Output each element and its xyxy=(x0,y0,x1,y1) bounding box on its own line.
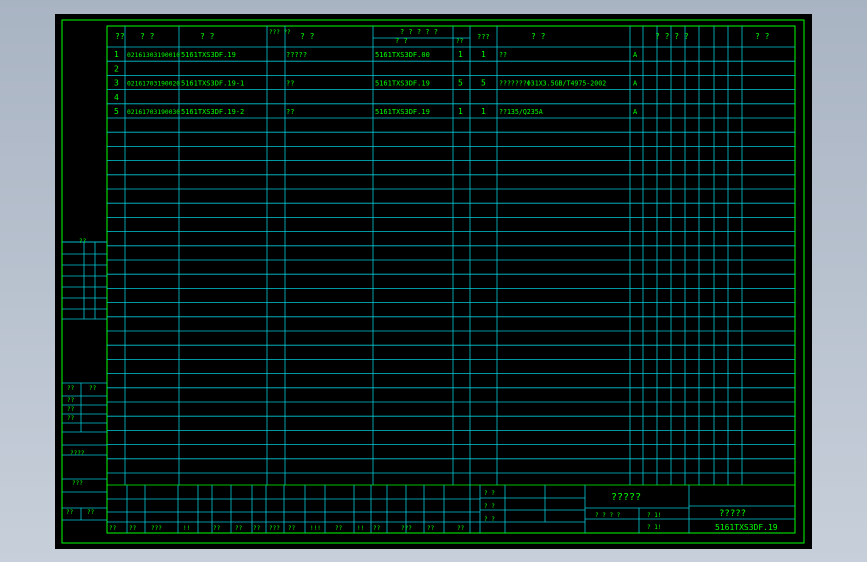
side-label: ?? xyxy=(67,385,75,392)
side-label: ?? xyxy=(66,509,74,516)
row-qty-single: 1 xyxy=(458,50,463,59)
table-row: 4 xyxy=(114,93,119,102)
titleblock-bottom-label: ?? xyxy=(129,525,137,532)
titleblock-drawing-no: 5161TXS3DF.19 xyxy=(715,523,778,532)
row-number: 2 xyxy=(114,64,119,73)
titleblock-bottom-label: ?? xyxy=(213,525,221,532)
row-material: ??135/Q235A xyxy=(499,108,543,116)
titleblock-bottom-label: ?? xyxy=(373,525,381,532)
row-number: 4 xyxy=(114,93,119,102)
header-col-material: ? ? xyxy=(531,32,546,41)
titleblock-sub: ? ? ? ? xyxy=(595,512,621,519)
header-col-spec-left: ? ? xyxy=(395,37,408,45)
side-label: ?? xyxy=(67,397,75,404)
titleblock-bottom-label: ?? xyxy=(288,525,296,532)
titleblock-bottom-label: !! xyxy=(183,525,190,532)
header-col-spec-top: ? ? ? ? ? xyxy=(400,28,438,36)
row-number: 3 xyxy=(114,79,119,88)
row-material: ?? xyxy=(499,51,507,59)
header-col-seq: ??? ?? xyxy=(269,29,291,36)
row-code: 02161703190020 xyxy=(127,81,180,88)
titleblock-bottom-label: ?? xyxy=(235,525,243,532)
titleblock-bottom-label: ?? xyxy=(457,525,465,532)
row-qty-total: 1 xyxy=(481,50,486,59)
table-row: 3 02161703190020 5161TXS3DF.19-1?? 5161TXS3… xyxy=(114,79,638,88)
titleblock-bottom-label: ?? xyxy=(109,525,117,532)
side-label: ?? xyxy=(89,385,97,392)
titleblock-bottom-label: ??? xyxy=(269,525,280,532)
row-name: ?? xyxy=(286,80,294,88)
row-number: 5 xyxy=(114,107,119,116)
drawing-sheet: ?? ? ? ? ? ??? ?? ? ? ? ? ? ? ? ? ? ?? ?… xyxy=(55,14,812,553)
titleblock-title: ????? xyxy=(611,492,641,503)
row-name: ????? xyxy=(286,51,307,59)
titleblock-bottom-label: !!! xyxy=(310,525,321,532)
header-col-remark: ? ? xyxy=(755,32,770,41)
titleblock-bottom-label: !! xyxy=(357,525,364,532)
titleblock-mid-label: ? ? xyxy=(484,516,495,523)
titleblock-bottom-label: ??? xyxy=(151,525,162,532)
header-col-qty: ??? xyxy=(477,33,490,41)
row-material: ???????Φ31X3.5GB/T4975-2002 xyxy=(499,80,606,88)
side-label: ?? xyxy=(67,415,75,422)
side-label: ?? xyxy=(87,509,95,516)
side-label: ???? xyxy=(70,450,85,457)
header-col-spec-right: ?? xyxy=(456,38,464,45)
cad-drawing: ?? ? ? ? ? ??? ?? ? ? ? ? ? ? ? ? ? ?? ?… xyxy=(55,14,812,549)
row-qty-single: 1 xyxy=(458,107,463,116)
row-code: 02161303190010 xyxy=(127,52,180,59)
header-col-name: ? ? xyxy=(300,32,315,41)
row-spec: 5161TXS3DF.19 xyxy=(375,80,430,88)
titleblock-sub: ? 1! xyxy=(647,512,661,519)
row-qty-single: 5 xyxy=(458,79,463,88)
row-name: ?? xyxy=(286,108,294,116)
row-drawing-number: 5161TXS3DF.19 xyxy=(181,51,236,59)
titleblock-bottom-label: ??? xyxy=(401,525,412,532)
titleblock-sub: ? 1! xyxy=(647,524,661,531)
row-code: 02161703190030 xyxy=(127,109,180,116)
row-qty-total: 1 xyxy=(481,107,486,116)
side-top-label: ?? xyxy=(79,238,87,245)
row-spec: 5161TXS3DF.19 xyxy=(375,108,430,116)
paper-background xyxy=(55,14,812,549)
header-col-code: ? ? xyxy=(140,32,155,41)
header-col-drawing: ? ? xyxy=(200,32,215,41)
header-col-no: ?? xyxy=(115,32,125,41)
titleblock-bottom-label: ?? xyxy=(427,525,435,532)
titleblock-mid-label: ? ? xyxy=(484,503,495,510)
table-row: 2 xyxy=(114,64,119,73)
row-number: 1 xyxy=(114,50,119,59)
titleblock-bottom-label: ?? xyxy=(335,525,343,532)
row-drawing-number: 5161TXS3DF.19-1 xyxy=(181,80,244,88)
titleblock-mid-label: ? ? xyxy=(484,490,495,497)
row-spec: 5161TXS3DF.00 xyxy=(375,51,430,59)
row-drawing-number: 5161TXS3DF.19-2 xyxy=(181,108,244,116)
titleblock-company: ????? xyxy=(719,509,746,519)
side-label: ??? xyxy=(72,480,83,487)
row-qty-total: 5 xyxy=(481,79,486,88)
header-col-marks: ? ? ? ? xyxy=(655,32,689,41)
side-label: ?? xyxy=(67,406,75,413)
titleblock-bottom-label: ?? xyxy=(253,525,261,532)
